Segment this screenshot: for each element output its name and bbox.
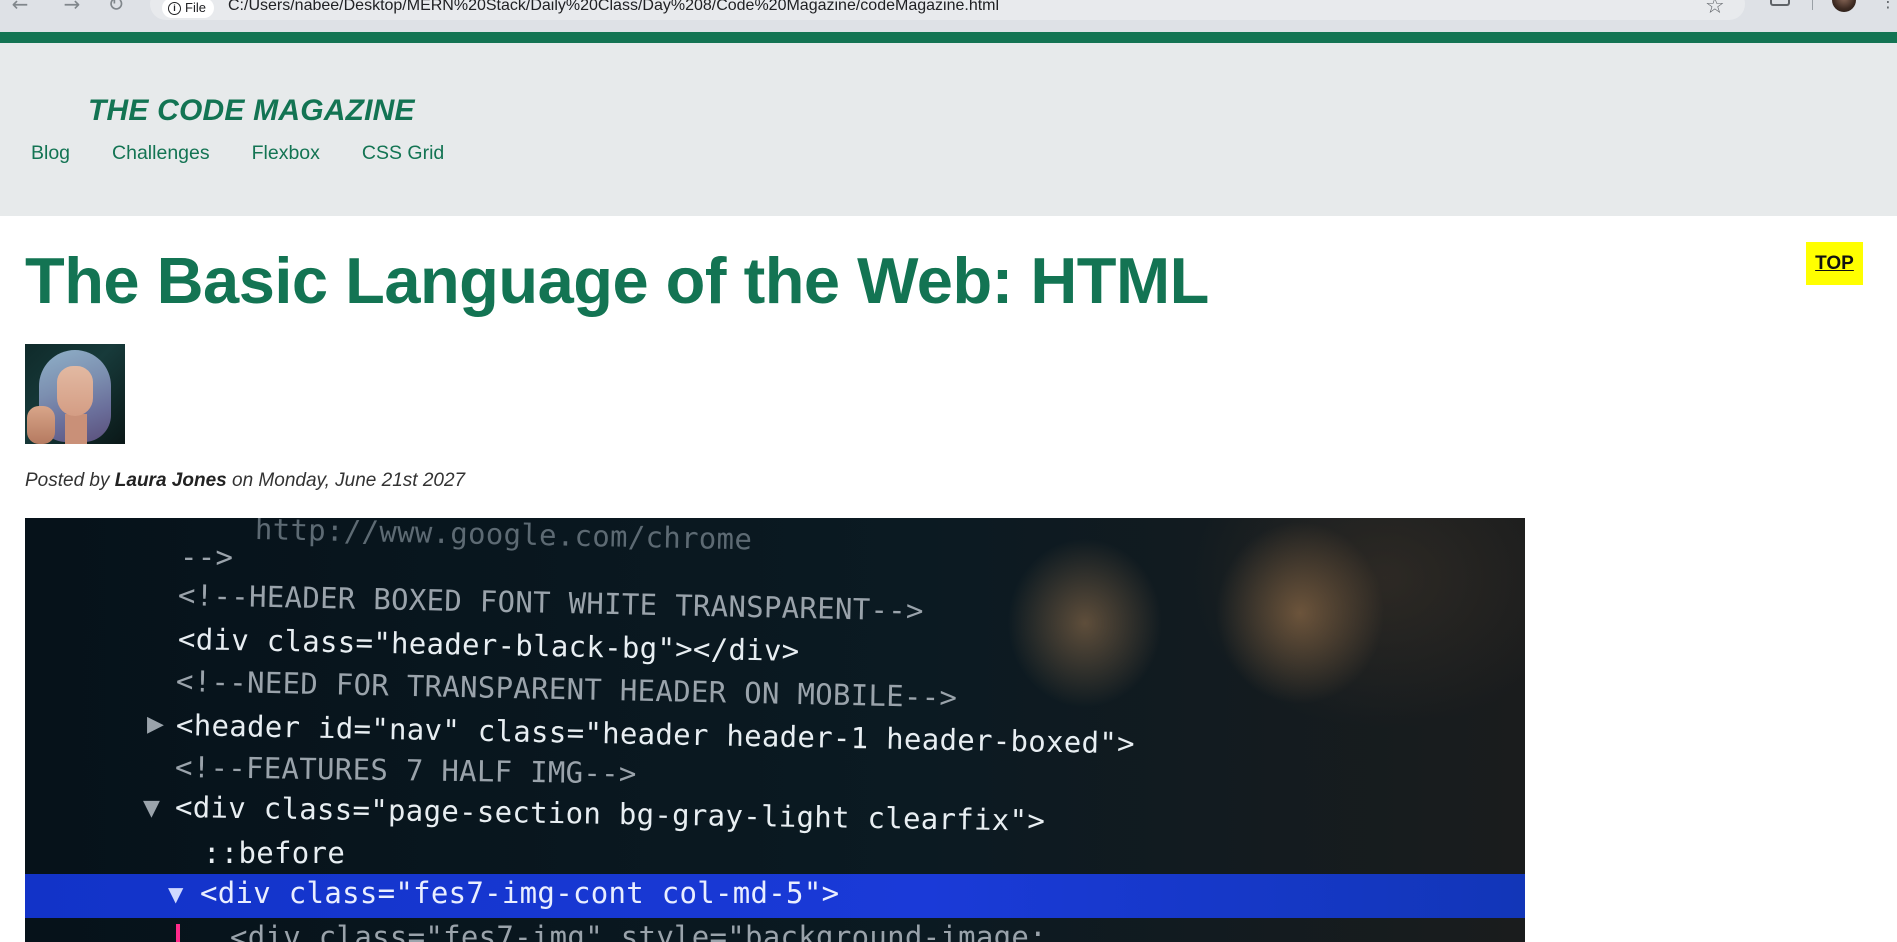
code-line: <!--HEADER BOXED FONT WHITE TRANSPARENT-… xyxy=(177,578,925,628)
collapse-triangle-icon: ▼ xyxy=(143,796,160,821)
code-line: http://www.google.com/chrome xyxy=(254,518,753,557)
forward-arrow-icon[interactable]: → xyxy=(60,0,84,18)
profile-avatar[interactable] xyxy=(1832,0,1856,12)
code-line: <div class="fes7-img-cont col-md-5"> xyxy=(200,876,840,910)
code-line: <div class="page-section bg-gray-light c… xyxy=(174,790,1046,838)
site-header: THE CODE MAGAZINE Blog Challenges Flexbo… xyxy=(0,43,1897,216)
code-line: <div class="fes7-img" style="background-… xyxy=(230,920,1047,942)
author-hand xyxy=(27,406,55,444)
author-neck xyxy=(65,414,87,444)
code-line: <!--FEATURES 7 HALF IMG--> xyxy=(174,750,637,791)
article-title: The Basic Language of the Web: HTML xyxy=(25,244,1209,317)
article-byline: Posted by Laura Jones on Monday, June 21… xyxy=(25,470,465,492)
byline-date: Monday, June 21st 2027 xyxy=(258,470,466,491)
code-line: <!--NEED FOR TRANSPARENT HEADER ON MOBIL… xyxy=(175,664,958,715)
byline-prefix: Posted by xyxy=(25,470,110,491)
author-avatar xyxy=(25,344,125,444)
site-info-label: File xyxy=(185,0,206,15)
site-title[interactable]: THE CODE MAGAZINE xyxy=(88,94,415,128)
extensions-icon[interactable] xyxy=(1770,0,1790,6)
code-line: ::before xyxy=(203,836,346,870)
back-to-top-button[interactable]: TOP xyxy=(1806,242,1863,285)
top-accent-stripe xyxy=(0,32,1897,43)
nav-link-flexbox[interactable]: Flexbox xyxy=(252,142,320,165)
code-line: --> xyxy=(180,540,234,574)
byline-connector: on xyxy=(232,470,254,491)
reload-icon[interactable]: ↻ xyxy=(104,0,128,18)
nav-link-css-grid[interactable]: CSS Grid xyxy=(362,142,444,165)
nav-link-blog[interactable]: Blog xyxy=(31,142,70,165)
url-text[interactable]: C:/Users/nabee/Desktop/MERN%20Stack/Dail… xyxy=(228,0,999,15)
byline-author: Laura Jones xyxy=(114,470,227,491)
main-nav: Blog Challenges Flexbox CSS Grid xyxy=(31,142,444,165)
star-icon[interactable]: ☆ xyxy=(1705,0,1725,19)
address-bar[interactable]: i File C:/Users/nabee/Desktop/MERN%20Sta… xyxy=(150,0,1745,20)
article-hero-image: http://www.google.com/chrome --> <!--HEA… xyxy=(25,518,1525,942)
selected-code-line-highlight: ▼ <div class="fes7-img-cont col-md-5"> xyxy=(25,874,1525,918)
code-line: <div class="header-black-bg"></div> xyxy=(177,622,800,668)
back-arrow-icon[interactable]: ← xyxy=(8,0,32,18)
code-gutter-marker xyxy=(176,924,180,942)
nav-link-challenges[interactable]: Challenges xyxy=(112,142,210,165)
expand-triangle-icon: ▶ xyxy=(147,712,164,737)
browser-toolbar: ← → ↻ i File C:/Users/nabee/Desktop/MERN… xyxy=(0,0,1897,32)
site-info-chip[interactable]: i File xyxy=(162,0,214,18)
info-icon: i xyxy=(168,1,181,15)
collapse-triangle-icon: ▼ xyxy=(168,882,184,906)
toolbar-divider xyxy=(1812,0,1813,10)
menu-dots-icon[interactable]: ⋮ xyxy=(1880,0,1896,11)
author-face xyxy=(57,366,93,416)
